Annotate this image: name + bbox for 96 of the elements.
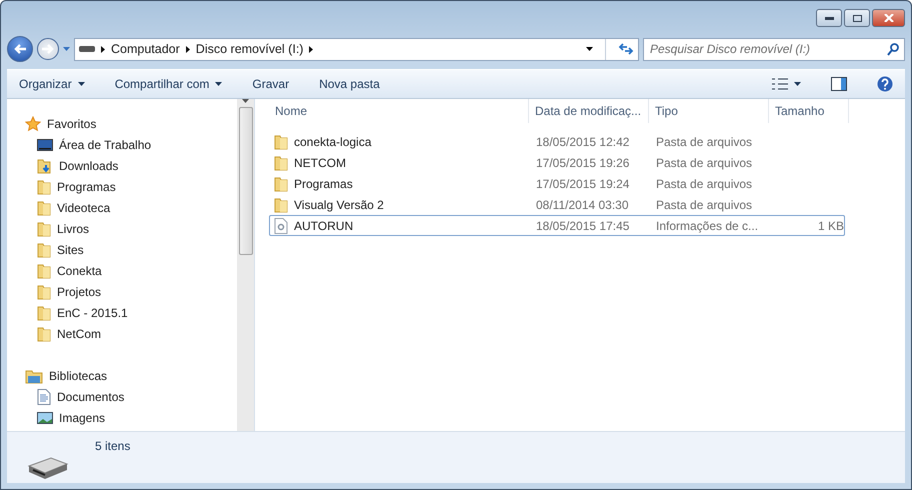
document-icon bbox=[37, 388, 51, 404]
column-header[interactable]: Tamanho bbox=[769, 99, 849, 123]
caret-icon bbox=[215, 82, 222, 86]
scrollbar[interactable] bbox=[237, 99, 254, 431]
table-cell: 17/05/2015 19:24 bbox=[536, 176, 630, 190]
sidebar-item[interactable]: Livros bbox=[25, 218, 237, 239]
minimize-icon bbox=[824, 16, 834, 20]
search-field[interactable]: Pesquisar Disco removível (I:) bbox=[643, 38, 905, 60]
table-cell: Pasta de arquivos bbox=[656, 176, 752, 190]
file-row[interactable]: conekta-logica 18/05/2015 12:42 Pasta de arquivos bbox=[269, 131, 845, 152]
folder-icon bbox=[37, 178, 51, 194]
sidebar-item[interactable]: Imagens bbox=[25, 407, 237, 428]
refresh-icon[interactable] bbox=[618, 42, 634, 56]
preview-pane-button[interactable] bbox=[831, 75, 847, 93]
column-header[interactable]: Tipo bbox=[649, 99, 769, 123]
sidebar-item[interactable]: Downloads bbox=[25, 155, 237, 176]
picture-icon bbox=[37, 410, 53, 424]
download-folder-icon bbox=[37, 158, 53, 174]
address-bar[interactable]: Computador Disco removível (I:) bbox=[74, 38, 639, 60]
table-cell: 18/05/2015 12:42 bbox=[536, 134, 630, 148]
close-button[interactable] bbox=[872, 9, 905, 27]
column-header[interactable]: Nome bbox=[269, 99, 529, 123]
folder-icon bbox=[37, 200, 51, 216]
close-icon bbox=[884, 14, 894, 22]
sidebar-item[interactable]: Programas bbox=[25, 176, 237, 197]
file-row[interactable]: NETCOM 17/05/2015 19:26 Pasta de arquivos bbox=[269, 152, 845, 173]
back-arrow-icon bbox=[14, 44, 26, 54]
settings-file-icon bbox=[274, 218, 288, 234]
table-cell: Programas bbox=[294, 176, 353, 190]
forward-button[interactable] bbox=[37, 38, 59, 60]
search-icon bbox=[887, 42, 899, 56]
toolbar-button[interactable]: Gravar bbox=[252, 75, 290, 93]
file-row[interactable]: Visualg Versão 2 08/11/2014 03:30 Pasta de arquivos bbox=[269, 194, 845, 215]
breadcrumb-item[interactable]: Computador bbox=[111, 42, 180, 56]
table-cell: NETCOM bbox=[294, 156, 346, 170]
sidebar-item[interactable]: Videoteca bbox=[25, 197, 237, 218]
breadcrumb-arrow-icon bbox=[186, 46, 190, 52]
sidebar-item[interactable]: Área de Trabalho bbox=[25, 134, 237, 155]
breadcrumb-arrow-icon bbox=[309, 46, 314, 52]
table-cell: Pasta de arquivos bbox=[656, 134, 752, 148]
star-icon bbox=[25, 116, 41, 132]
table-cell: Pasta de arquivos bbox=[656, 198, 752, 212]
caret-icon bbox=[78, 82, 85, 86]
help-icon bbox=[877, 76, 893, 92]
back-button[interactable] bbox=[7, 36, 33, 62]
sidebar-item[interactable]: Conekta bbox=[25, 260, 237, 281]
sidebar-item[interactable]: NetCom bbox=[25, 323, 237, 344]
folder-icon bbox=[274, 196, 288, 212]
folder-icon bbox=[37, 326, 51, 342]
toolbar-button[interactable]: Nova pasta bbox=[319, 75, 380, 93]
caret-icon bbox=[63, 47, 70, 51]
file-row[interactable]: AUTORUN 18/05/2015 17:45 Informações de c... 1 KB bbox=[269, 215, 845, 236]
folder-icon bbox=[274, 176, 288, 192]
file-row[interactable]: Programas 17/05/2015 19:24 Pasta de arquivos bbox=[269, 173, 845, 194]
folder-icon bbox=[37, 242, 51, 258]
table-cell: Pasta de arquivos bbox=[656, 156, 752, 170]
sidebar-item[interactable]: Sites bbox=[25, 239, 237, 260]
caret-icon bbox=[794, 82, 801, 86]
table-cell: Visualg Versão 2 bbox=[294, 198, 384, 212]
desktop-icon bbox=[37, 138, 53, 152]
folder-icon bbox=[37, 304, 51, 320]
drive-icon bbox=[79, 45, 95, 53]
breadcrumb-arrow-icon bbox=[101, 46, 105, 52]
toolbar-button[interactable]: Compartilhar com bbox=[114, 75, 222, 93]
table-cell: 08/11/2014 03:30 bbox=[536, 198, 629, 212]
table-cell: 1 KB bbox=[818, 218, 844, 232]
maximize-icon bbox=[852, 14, 862, 22]
folder-icon bbox=[37, 262, 51, 278]
help-button[interactable] bbox=[877, 74, 893, 94]
caret-icon bbox=[586, 47, 593, 51]
toolbar-button[interactable]: Organizar bbox=[19, 75, 85, 93]
sidebar-item[interactable]: Documentos bbox=[25, 386, 237, 407]
scrollbar-thumb[interactable] bbox=[238, 107, 252, 255]
item-count: 5 itens bbox=[95, 439, 130, 453]
sidebar-section[interactable]: Bibliotecas bbox=[25, 365, 237, 386]
table-cell: Informações de c... bbox=[656, 218, 758, 232]
sidebar-item[interactable]: Projetos bbox=[25, 281, 237, 302]
breadcrumb-item[interactable]: Disco removível (I:) bbox=[196, 42, 304, 56]
view-options-button[interactable] bbox=[772, 76, 801, 92]
table-cell: conekta-logica bbox=[294, 134, 372, 148]
preview-pane-icon bbox=[831, 77, 847, 91]
folder-icon bbox=[37, 220, 51, 236]
folder-icon bbox=[37, 284, 51, 300]
table-cell: 17/05/2015 19:26 bbox=[536, 156, 630, 170]
details-view-icon bbox=[772, 78, 788, 90]
minimize-button[interactable] bbox=[816, 9, 842, 27]
sidebar-section[interactable]: Favoritos bbox=[25, 113, 237, 134]
forward-arrow-icon bbox=[42, 44, 54, 54]
folder-icon bbox=[274, 154, 288, 170]
column-header[interactable]: Data de modificaç... bbox=[529, 99, 649, 123]
library-icon bbox=[25, 368, 43, 384]
table-cell: 18/05/2015 17:45 bbox=[536, 218, 630, 232]
sidebar-item[interactable]: EnC - 2015.1 bbox=[25, 302, 237, 323]
folder-icon bbox=[274, 134, 288, 150]
table-cell: AUTORUN bbox=[294, 218, 354, 232]
maximize-button[interactable] bbox=[844, 9, 870, 27]
